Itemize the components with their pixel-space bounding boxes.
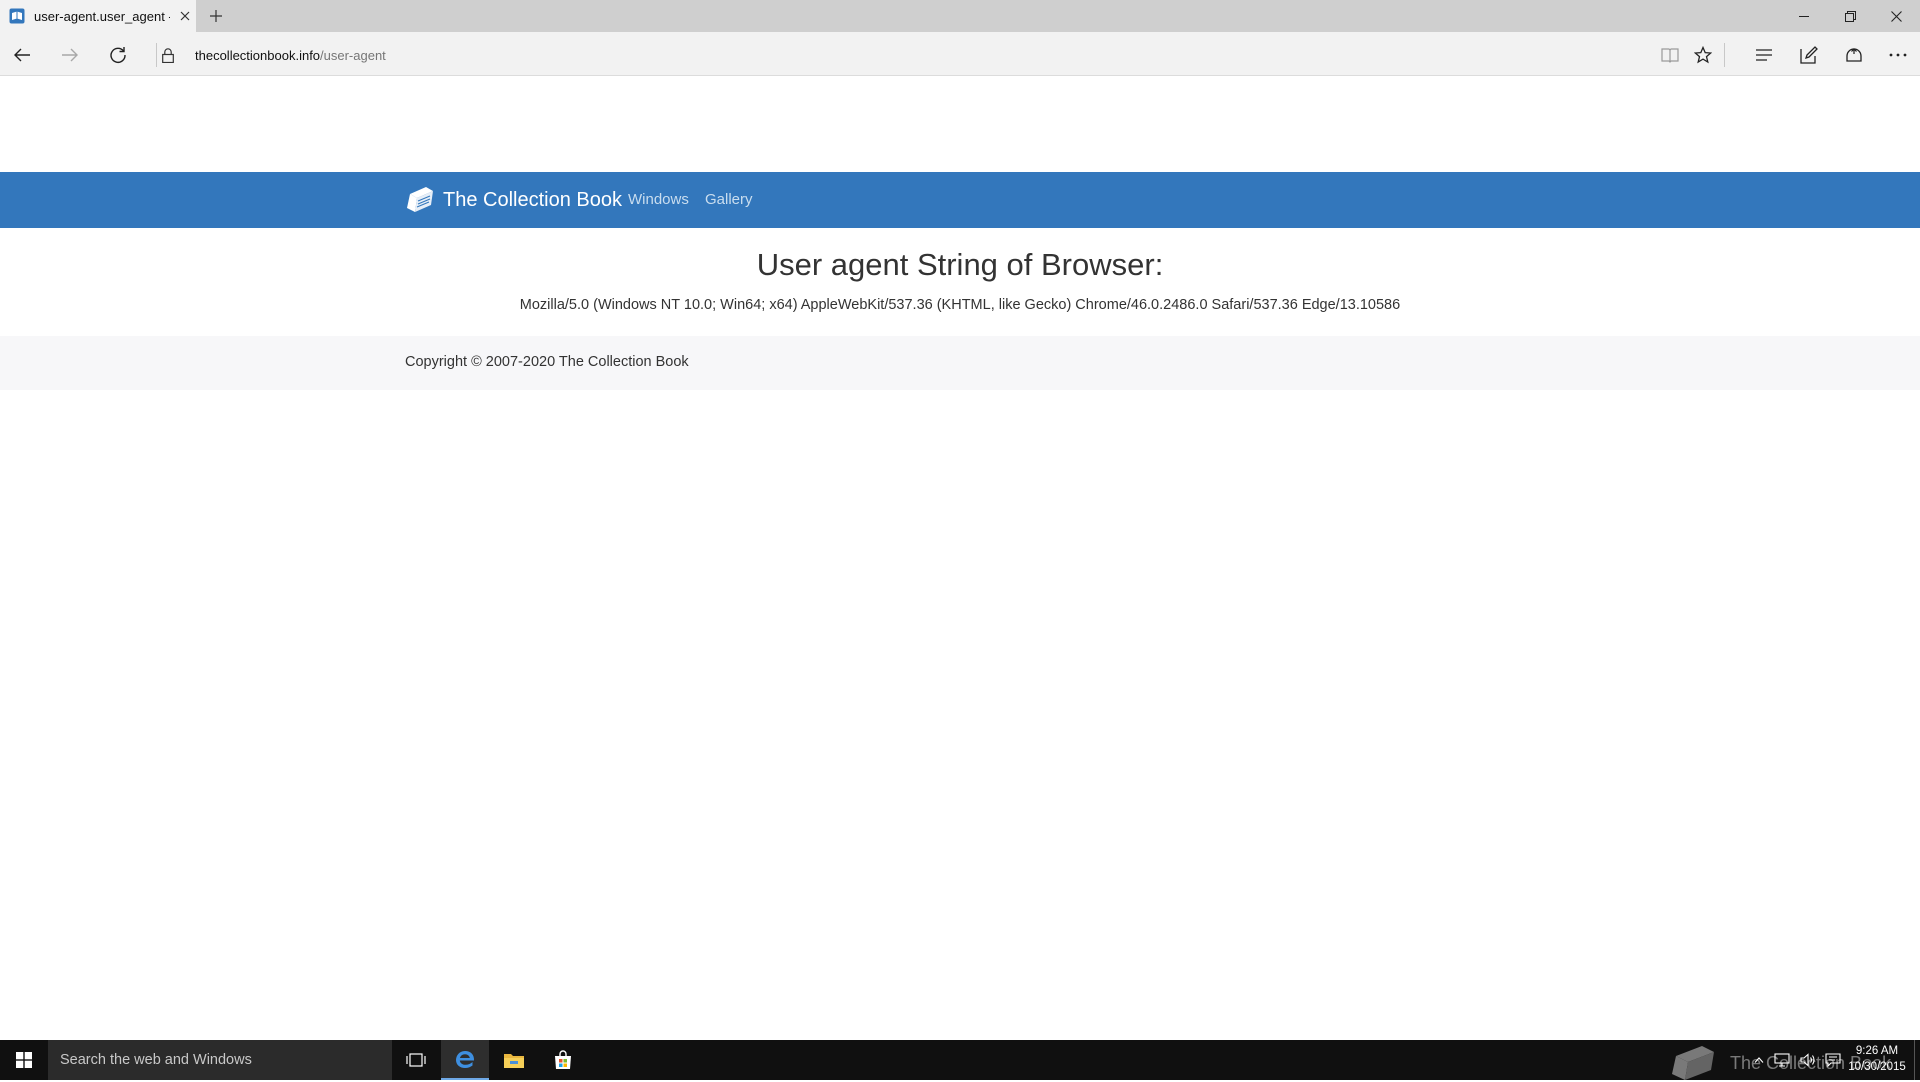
search-placeholder: Search the web and Windows bbox=[60, 1052, 252, 1068]
volume-icon[interactable] bbox=[1797, 1040, 1819, 1080]
refresh-icon[interactable] bbox=[103, 40, 133, 70]
tab-title: user-agent.user_agent - bbox=[34, 8, 170, 24]
forward-icon[interactable] bbox=[55, 40, 85, 70]
user-agent-string: Mozilla/5.0 (Windows NT 10.0; Win64; x64… bbox=[519, 297, 1401, 313]
watermark-book-icon bbox=[1672, 1046, 1714, 1080]
back-icon[interactable] bbox=[7, 40, 37, 70]
copyright-text: Copyright © 2007-2020 The Collection Boo… bbox=[405, 354, 689, 370]
favorites-star-icon[interactable] bbox=[1688, 40, 1718, 70]
site-navbar: The Collection Book Windows Gallery bbox=[0, 172, 1920, 228]
web-note-icon[interactable] bbox=[1794, 40, 1824, 70]
task-view-icon[interactable] bbox=[392, 1040, 440, 1080]
toolbar-divider bbox=[156, 43, 157, 67]
clock-time: 9:26 AM bbox=[1855, 1045, 1899, 1057]
show-desktop-button[interactable] bbox=[1914, 1040, 1915, 1080]
nav-link-gallery[interactable]: Gallery bbox=[705, 191, 753, 208]
web-page: The Collection Book Windows Gallery User… bbox=[0, 77, 1920, 1040]
page-title: User agent String of Browser: bbox=[756, 247, 1164, 282]
browser-tab-bar: user-agent.user_agent - bbox=[0, 0, 1920, 32]
hub-icon[interactable] bbox=[1749, 40, 1779, 70]
url-text: thecollectionbook.info/user-agent bbox=[195, 48, 386, 63]
url-domain: thecollectionbook.info bbox=[195, 47, 321, 63]
url-path: /user-agent bbox=[320, 47, 386, 63]
clock-date: 10/30/2015 bbox=[1848, 1061, 1906, 1073]
book-favicon-icon bbox=[8, 8, 25, 25]
nav-link-windows[interactable]: Windows bbox=[628, 191, 689, 208]
tab-close-icon[interactable] bbox=[176, 7, 194, 25]
chevron-up-icon[interactable] bbox=[1751, 1040, 1767, 1080]
windows-start-icon[interactable] bbox=[0, 1040, 48, 1080]
taskbar-search-input[interactable]: Search the web and Windows bbox=[48, 1040, 392, 1080]
browser-nav-bar: thecollectionbook.info/user-agent bbox=[0, 32, 1920, 76]
network-icon[interactable] bbox=[1771, 1040, 1793, 1080]
more-icon[interactable] bbox=[1883, 40, 1913, 70]
close-icon[interactable] bbox=[1873, 0, 1919, 32]
brand-name: The Collection Book bbox=[443, 188, 622, 211]
address-bar[interactable]: thecollectionbook.info/user-agent bbox=[160, 40, 1640, 70]
action-center-icon[interactable] bbox=[1822, 1040, 1844, 1080]
share-icon[interactable] bbox=[1839, 40, 1869, 70]
site-brand[interactable]: The Collection Book bbox=[404, 185, 622, 215]
toolbar-divider bbox=[1724, 43, 1725, 67]
plus-icon[interactable] bbox=[206, 6, 226, 26]
restore-icon[interactable] bbox=[1827, 0, 1873, 32]
book-logo-icon bbox=[404, 185, 436, 215]
page-footer: Copyright © 2007-2020 The Collection Boo… bbox=[0, 336, 1920, 390]
browser-tab[interactable]: user-agent.user_agent - bbox=[0, 0, 196, 32]
file-explorer-icon[interactable] bbox=[490, 1040, 538, 1080]
taskbar: Search the web and Windows The Collectio… bbox=[0, 1040, 1920, 1080]
reading-view-icon[interactable] bbox=[1655, 40, 1685, 70]
lock-icon bbox=[160, 46, 176, 64]
edge-icon[interactable] bbox=[441, 1040, 489, 1080]
system-clock[interactable]: 9:26 AM 10/30/2015 bbox=[1846, 1043, 1908, 1075]
store-icon[interactable] bbox=[539, 1040, 587, 1080]
minimize-icon[interactable] bbox=[1781, 0, 1827, 32]
